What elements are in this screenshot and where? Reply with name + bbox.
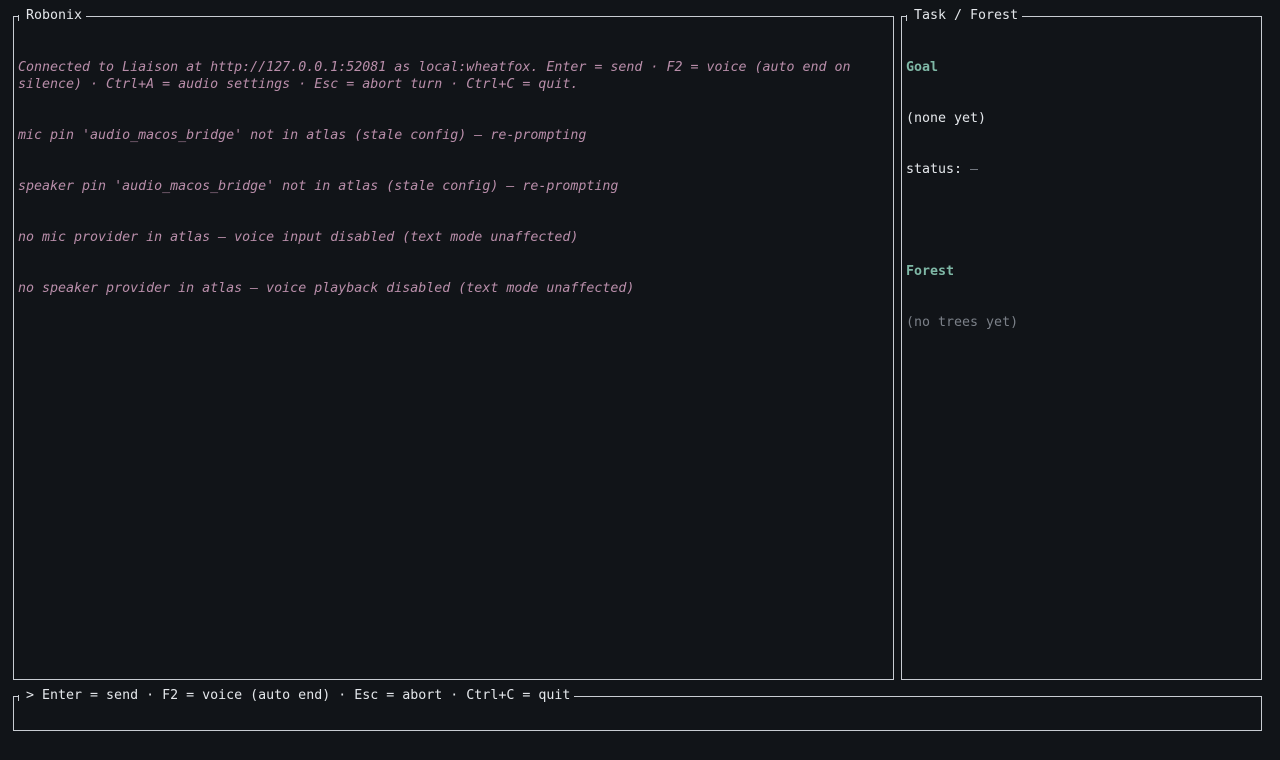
status-value: — [970, 162, 979, 177]
task-panel-content: Goal (none yet) status: — Forest (no tre… [906, 25, 1255, 365]
log-line-mic-pin: mic pin 'audio_macos_bridge' not in atla… [18, 128, 587, 143]
log-line-no-mic: no mic provider in atlas — voice input d… [18, 230, 579, 245]
goal-heading: Goal [906, 60, 939, 75]
message-input[interactable]: > Enter = send · F2 = voice (auto end) ·… [13, 687, 1262, 731]
log-line-no-speaker: no speaker provider in atlas — voice pla… [18, 281, 635, 296]
goal-value: (none yet) [906, 111, 987, 126]
system-log: Connected to Liaison at http://127.0.0.1… [18, 25, 853, 331]
task-forest-panel: Task / Forest Goal (none yet) status: — … [901, 7, 1262, 680]
task-panel-title: Task / Forest [906, 7, 1023, 24]
chat-panel-title: Robonix [18, 7, 87, 24]
forest-heading: Forest [906, 264, 955, 279]
log-line-speaker-pin: speaker pin 'audio_macos_bridge' not in … [18, 179, 619, 194]
status-label: status: [906, 162, 971, 177]
log-line-connected: Connected to Liaison at http://127.0.0.1… [18, 60, 859, 92]
chat-panel: Robonix Connected to Liaison at http://1… [13, 7, 894, 680]
status-line: status: — [906, 161, 1255, 178]
forest-value: (no trees yet) [906, 315, 1019, 330]
input-hint-title: > Enter = send · F2 = voice (auto end) ·… [18, 687, 575, 704]
